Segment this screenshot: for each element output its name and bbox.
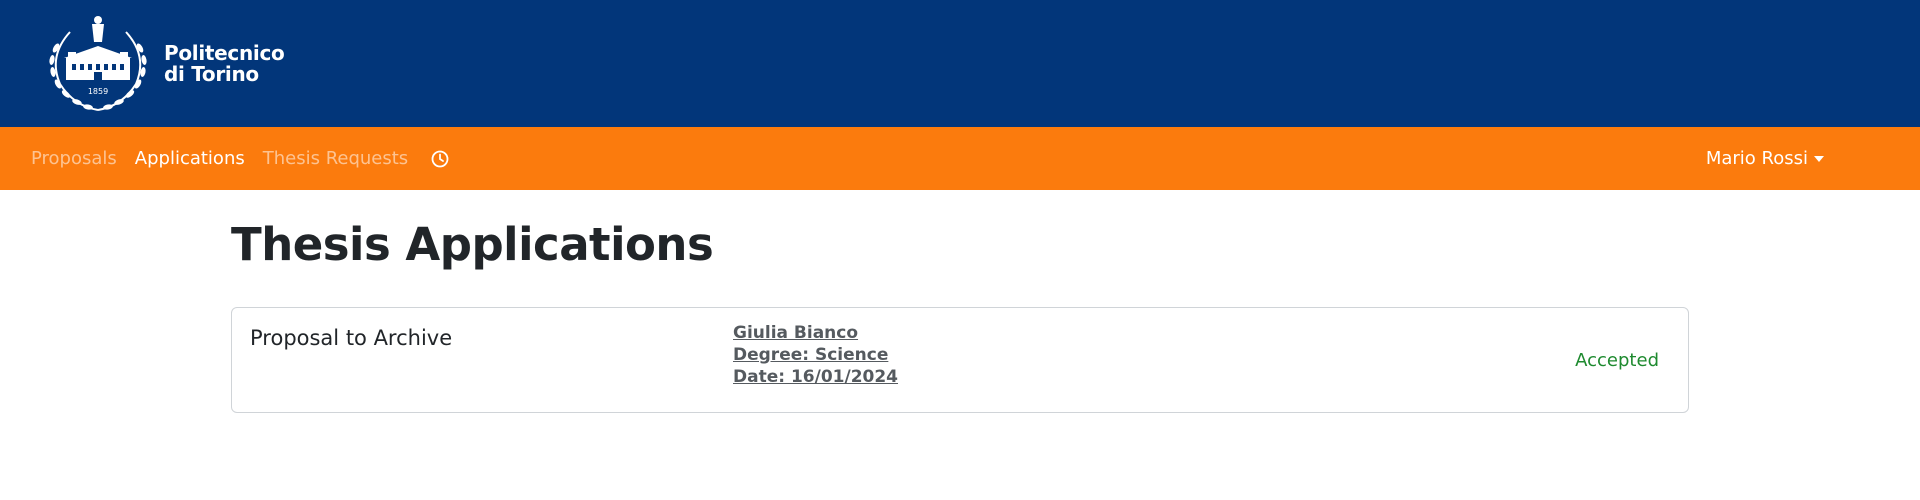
application-card: Proposal to Archive Giulia Bianco Degree… — [231, 307, 1689, 413]
seal-icon: 1859 — [49, 16, 147, 111]
application-details: Giulia Bianco Degree: Science Date: 16/0… — [733, 322, 898, 388]
brand-line-1: Politecnico — [164, 41, 285, 65]
proposal-title: Proposal to Archive — [250, 326, 453, 350]
user-menu-dropdown[interactable]: Mario Rossi — [1706, 127, 1824, 190]
date-link[interactable]: Date: 16/01/2024 — [733, 366, 898, 388]
page-title: Thesis Applications — [231, 218, 714, 271]
user-name: Mario Rossi — [1705, 148, 1808, 169]
university-logo[interactable]: 1859 Politecnico di Torino — [42, 12, 285, 116]
top-header: 1859 Politecnico di Torino — [0, 0, 1920, 127]
nav-item-proposals[interactable]: Proposals — [31, 148, 117, 169]
main-navbar: Proposals Applications Thesis Requests M… — [0, 127, 1920, 190]
nav-links: Proposals Applications Thesis Requests — [31, 127, 450, 190]
seal-year: 1859 — [88, 87, 108, 96]
nav-item-applications[interactable]: Applications — [135, 148, 245, 169]
nav-item-thesis-requests[interactable]: Thesis Requests — [263, 148, 408, 169]
brand-name: Politecnico di Torino — [164, 41, 285, 86]
brand-line-2: di Torino — [164, 62, 259, 86]
caret-down-icon — [1814, 155, 1824, 162]
clock-icon[interactable] — [430, 149, 450, 169]
status-badge: Accepted — [1575, 350, 1659, 371]
degree-link[interactable]: Degree: Science — [733, 344, 898, 366]
student-name-link[interactable]: Giulia Bianco — [733, 322, 898, 344]
